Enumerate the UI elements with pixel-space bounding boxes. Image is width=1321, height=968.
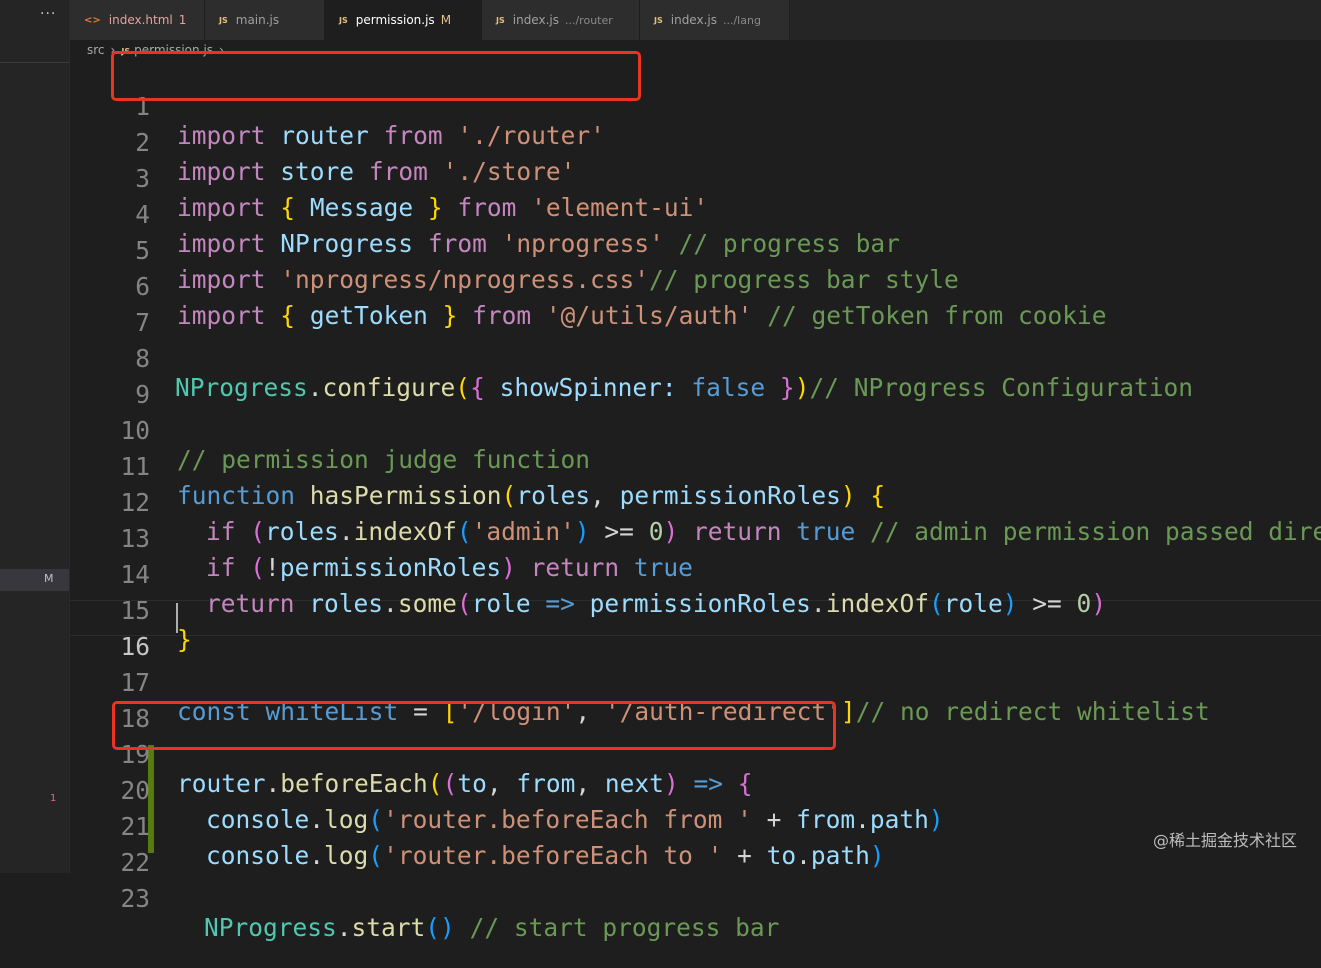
line-number: 23 — [120, 884, 150, 913]
modified-badge: M — [440, 13, 452, 27]
tab-index-js-lang[interactable]: JS index.js .../lang — [640, 0, 790, 40]
code-line: 13 if (!permissionRoles) return true — [70, 492, 1321, 582]
js-file-icon: JS — [654, 15, 663, 25]
explorer-sidebar: ··· M 1 — [0, 0, 70, 873]
code-line: 22 — [70, 816, 1321, 877]
tab-permission-js[interactable]: JS permission.js M — [325, 0, 482, 40]
tab-index-js-router[interactable]: JS index.js .../router — [482, 0, 640, 40]
tab-label: index.js — [670, 13, 717, 27]
code-line: 8 NProgress.configure({ showSpinner: fal… — [70, 312, 1321, 402]
tab-index-html[interactable]: <> index.html 1 — [70, 0, 205, 40]
tab-label: index.js — [512, 13, 559, 27]
problems-count: 1 — [50, 793, 57, 804]
code-line: 3 import { Message } from 'element-ui' — [70, 132, 1321, 222]
code-editor[interactable]: 1 import router from './router' 2 import… — [70, 60, 1321, 942]
code-line: 9 — [70, 348, 1321, 409]
highlight-box-before-each — [112, 701, 836, 750]
html-file-icon: <> — [84, 14, 101, 26]
code-line-current: 16 — [70, 600, 1321, 661]
tab-label: permission.js — [355, 13, 435, 27]
js-file-icon: JS — [219, 15, 228, 25]
explorer-selected-item[interactable] — [0, 569, 70, 591]
tab-main-js[interactable]: JS main.js — [205, 0, 325, 40]
code-line: 2 import store from './store' — [70, 96, 1321, 186]
code-line: 17 const whiteList = ['/login', '/auth-r… — [70, 636, 1321, 726]
code-line: 15 } — [70, 564, 1321, 654]
code-line: 10 // permission judge function — [70, 384, 1321, 474]
watermark: @稀土掘金技术社区 — [1152, 831, 1297, 850]
code-line: 5 import 'nprogress/nprogress.css'// pro… — [70, 204, 1321, 294]
code-line: 6 import { getToken } from '@/utils/auth… — [70, 240, 1321, 330]
tab-label: index.html — [108, 13, 173, 27]
tab-path: .../lang — [722, 13, 761, 27]
js-file-icon: JS — [496, 15, 505, 25]
code-line: 14 return roles.some(role => permissionR… — [70, 528, 1321, 618]
tab-path: .../router — [564, 13, 613, 27]
code-line: 7 — [70, 276, 1321, 337]
more-actions-icon[interactable]: ··· — [40, 6, 56, 22]
code-line: 11 function hasPermission(roles, permiss… — [70, 420, 1321, 510]
error-badge: 1 — [178, 13, 187, 27]
code-line: 4 import NProgress from 'nprogress' // p… — [70, 168, 1321, 258]
js-file-icon: JS — [339, 15, 348, 25]
tab-label: main.js — [235, 13, 280, 27]
code-line: 21 console.log('router.beforeEach to ' +… — [70, 780, 1321, 870]
breadcrumb-folder[interactable]: src — [87, 43, 105, 57]
editor-tab-bar: <> index.html 1 JS main.js JS permission… — [70, 0, 1321, 40]
sidebar-divider — [0, 62, 70, 63]
modified-indicator: M — [44, 572, 54, 585]
code-line: 23 NProgress.start() // start progress b… — [70, 852, 1321, 942]
highlight-box-import-router — [111, 51, 641, 101]
code-line: 12 if (roles.indexOf('admin') >= 0) retu… — [70, 456, 1321, 546]
